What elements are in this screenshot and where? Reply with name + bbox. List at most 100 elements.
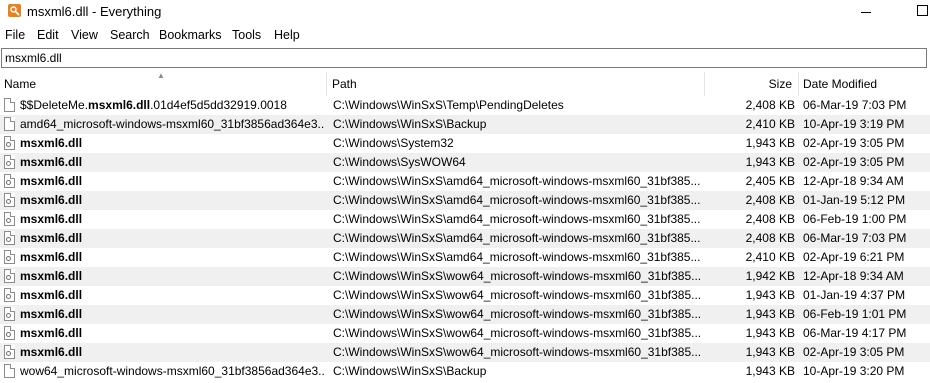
file-name-match: msxml6.dll (20, 307, 83, 321)
file-size: 1,943 KB (745, 364, 795, 378)
result-row[interactable]: msxml6.dll C:\Windows\WinSxS\wow64_micros… (0, 343, 930, 362)
file-path: C:\Windows\WinSxS\amd64_microsoft-window… (333, 193, 701, 207)
file-name: msxml6.dll (20, 248, 325, 267)
file-path: C:\Windows\WinSxS\amd64_microsoft-window… (333, 174, 701, 188)
file-name-text: amd64_microsoft-windows-msxml60_31bf3856… (20, 117, 325, 131)
dll-file-icon (4, 269, 15, 283)
window-title: msxml6.dll - Everything (27, 4, 162, 19)
file-size: 1,943 KB (745, 288, 795, 302)
result-row[interactable]: msxml6.dll C:\Windows\WinSxS\wow64_micros… (0, 267, 930, 286)
menu-tools[interactable]: Tools (232, 28, 261, 42)
file-size: 2,408 KB (745, 231, 795, 245)
file-name-match: msxml6.dll (88, 98, 151, 112)
date-modified: 02-Apr-19 3:05 PM (803, 155, 905, 169)
date-modified: 06-Mar-19 7:03 PM (803, 231, 907, 245)
file-path: C:\Windows\WinSxS\wow64_microsoft-window… (333, 269, 702, 283)
file-name: $$DeleteMe.msxml6.dll.01d4ef5d5dd32919.0… (20, 96, 325, 115)
column-divider[interactable] (704, 72, 705, 96)
file-name: msxml6.dll (20, 305, 325, 324)
file-name-text: $$DeleteMe. (20, 98, 89, 112)
result-row[interactable]: $$DeleteMe.msxml6.dll.01d4ef5d5dd32919.0… (0, 96, 930, 115)
result-row[interactable]: amd64_microsoft-windows-msxml60_31bf3856… (0, 115, 930, 134)
result-row[interactable]: msxml6.dll C:\Windows\WinSxS\amd64_micros… (0, 210, 930, 229)
file-name: msxml6.dll (20, 210, 325, 229)
file-path: C:\Windows\WinSxS\wow64_microsoft-window… (333, 326, 702, 340)
result-row[interactable]: msxml6.dll C:\Windows\WinSxS\wow64_micros… (0, 324, 930, 343)
result-row[interactable]: msxml6.dll C:\Windows\WinSxS\amd64_micros… (0, 229, 930, 248)
column-header-size[interactable]: Size (706, 72, 792, 96)
result-row[interactable]: wow64_microsoft-windows-msxml60_31bf3856… (0, 362, 930, 381)
file-size: 1,943 KB (745, 345, 795, 359)
file-icon (4, 98, 15, 112)
file-name: msxml6.dll (20, 229, 325, 248)
file-name: msxml6.dll (20, 172, 325, 191)
date-modified: 12-Apr-18 9:34 AM (803, 174, 904, 188)
dll-file-icon (4, 307, 15, 321)
file-name-match: msxml6.dll (20, 155, 83, 169)
file-name-match: msxml6.dll (20, 212, 83, 226)
menu-edit[interactable]: Edit (37, 28, 59, 42)
result-row[interactable]: msxml6.dll C:\Windows\SysWOW64 1,943 KB 02-… (0, 153, 930, 172)
file-name: msxml6.dll (20, 267, 325, 286)
file-name: msxml6.dll (20, 343, 325, 362)
column-header-date-modified[interactable]: Date Modified (803, 72, 923, 96)
date-modified: 02-Apr-19 3:05 PM (803, 136, 905, 150)
file-path: C:\Windows\WinSxS\Temp\PendingDeletes (333, 98, 564, 112)
file-size: 1,943 KB (745, 136, 795, 150)
file-name: msxml6.dll (20, 286, 325, 305)
file-size: 1,942 KB (745, 269, 795, 283)
date-modified: 12-Apr-18 9:34 AM (803, 269, 904, 283)
date-modified: 06-Mar-19 4:17 PM (803, 326, 907, 340)
menu-view[interactable]: View (71, 28, 98, 42)
menu-bar: File Edit View Search Bookmarks Tools He… (0, 25, 930, 45)
result-row[interactable]: msxml6.dll C:\Windows\System32 1,943 KB 02-… (0, 134, 930, 153)
result-row[interactable]: msxml6.dll C:\Windows\WinSxS\amd64_micros… (0, 248, 930, 267)
result-row[interactable]: msxml6.dll C:\Windows\WinSxS\wow64_micros… (0, 305, 930, 324)
maximize-button[interactable] (900, 0, 930, 24)
file-size: 1,943 KB (745, 307, 795, 321)
column-header-name[interactable]: Name (4, 72, 324, 96)
file-name: msxml6.dll (20, 153, 325, 172)
file-name-match: msxml6.dll (20, 193, 83, 207)
column-divider[interactable] (326, 72, 327, 96)
menu-search[interactable]: Search (110, 28, 150, 42)
file-path: C:\Windows\System32 (333, 136, 454, 150)
menu-help[interactable]: Help (274, 28, 300, 42)
everything-app-icon (8, 4, 21, 17)
file-name-match: msxml6.dll (20, 231, 83, 245)
file-size: 2,408 KB (745, 193, 795, 207)
file-path: C:\Windows\WinSxS\amd64_microsoft-window… (333, 250, 701, 264)
dll-file-icon (4, 345, 15, 359)
column-divider[interactable] (798, 72, 799, 96)
date-modified: 06-Feb-19 1:01 PM (803, 307, 907, 321)
file-name-match: msxml6.dll (20, 288, 83, 302)
menu-file[interactable]: File (5, 28, 25, 42)
minimize-button[interactable] (846, 0, 886, 24)
file-path: C:\Windows\WinSxS\Backup (333, 364, 487, 378)
dll-file-icon (4, 326, 15, 340)
file-name: msxml6.dll (20, 191, 325, 210)
dll-file-icon (4, 155, 15, 169)
title-bar[interactable]: msxml6.dll - Everything (0, 0, 930, 24)
date-modified: 01-Jan-19 5:12 PM (803, 193, 906, 207)
file-size: 2,408 KB (745, 98, 795, 112)
file-path: C:\Windows\WinSxS\wow64_microsoft-window… (333, 345, 702, 359)
file-path: C:\Windows\WinSxS\amd64_microsoft-window… (333, 212, 701, 226)
file-name-match: msxml6.dll (20, 345, 83, 359)
file-size: 2,410 KB (745, 250, 795, 264)
file-name: msxml6.dll (20, 134, 325, 153)
file-size: 2,408 KB (745, 212, 795, 226)
dll-file-icon (4, 136, 15, 150)
menu-bookmarks[interactable]: Bookmarks (159, 28, 222, 42)
search-input[interactable] (1, 48, 927, 68)
result-row[interactable]: msxml6.dll C:\Windows\WinSxS\amd64_micros… (0, 172, 930, 191)
result-row[interactable]: msxml6.dll C:\Windows\WinSxS\wow64_micros… (0, 286, 930, 305)
result-row[interactable]: msxml6.dll C:\Windows\WinSxS\amd64_micros… (0, 191, 930, 210)
results-header: ▲ Name Path Size Date Modified (0, 71, 930, 96)
file-name: amd64_microsoft-windows-msxml60_31bf3856… (20, 115, 325, 134)
file-size: 2,405 KB (745, 174, 795, 188)
file-name-match: msxml6.dll (20, 136, 83, 150)
file-name-text: wow64_microsoft-windows-msxml60_31bf3856… (20, 364, 325, 378)
column-header-path[interactable]: Path (332, 72, 632, 96)
dll-file-icon (4, 212, 15, 226)
